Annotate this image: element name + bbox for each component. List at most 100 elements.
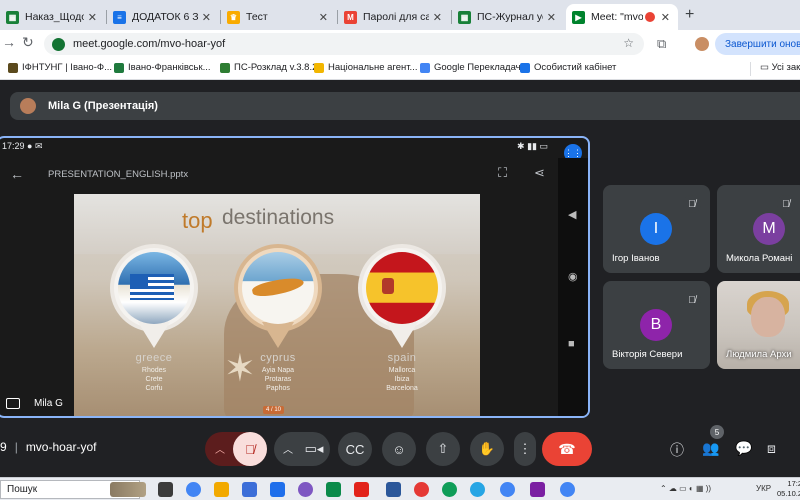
file-viewer-bar: ← PRESENTATION_ENGLISH.pptx ⛶ ⋖ bbox=[0, 160, 558, 188]
finish-update-button[interactable]: Завершити оновлен bbox=[715, 33, 800, 55]
tab-5[interactable]: ▦ ПС-Журнал успіш ✕ bbox=[452, 4, 564, 30]
word-icon[interactable] bbox=[386, 482, 401, 497]
input-language[interactable]: УКР bbox=[756, 484, 771, 493]
more-options-button[interactable]: ⋮ bbox=[514, 432, 536, 466]
docs-icon: ≡ bbox=[113, 10, 126, 24]
present-screen-icon bbox=[6, 398, 20, 409]
back-arrow-icon: ← bbox=[10, 166, 24, 182]
app-icon[interactable] bbox=[414, 482, 429, 497]
avatar: І bbox=[640, 213, 672, 245]
save-icon[interactable] bbox=[242, 482, 257, 497]
bookmark-2[interactable]: Івано-Франківськ... bbox=[114, 62, 211, 73]
gmail-icon: M bbox=[344, 10, 357, 24]
raise-hand-button[interactable]: ✋ bbox=[470, 432, 504, 466]
emoji-icon: ☺ bbox=[392, 441, 406, 457]
meeting-code: 9 | mvo-hoar-yof bbox=[0, 440, 97, 454]
destination-cities: Ayia Napa Protaras Paphos bbox=[261, 367, 295, 392]
app-icon[interactable] bbox=[270, 482, 285, 497]
tile-name: Mila G bbox=[6, 398, 63, 409]
android-nav-bar: ◀ ◉ ■ bbox=[558, 158, 588, 416]
windows-taskbar: Пошук ⌃ ☁ ▭ ◐ ▦ )) УКР 17:2 05.10.2 bbox=[0, 477, 800, 500]
sheets-icon: ▦ bbox=[6, 10, 19, 24]
new-tab-icon[interactable]: + bbox=[685, 6, 694, 24]
hand-icon: ✋ bbox=[478, 441, 496, 456]
tab-1[interactable]: ▦ Наказ_Щодо поді ✕ bbox=[0, 4, 105, 30]
activities-icon[interactable]: ⧈ bbox=[767, 440, 776, 457]
people-icon[interactable]: 👥 bbox=[702, 440, 719, 457]
close-icon[interactable]: ✕ bbox=[202, 11, 211, 24]
telegram-icon[interactable] bbox=[470, 482, 485, 497]
tab-title: Наказ_Щодо поді bbox=[25, 11, 84, 23]
tab-4[interactable]: M Паролі для самор ✕ bbox=[338, 4, 450, 30]
task-view-icon[interactable] bbox=[158, 482, 173, 497]
file-explorer-icon[interactable] bbox=[214, 482, 229, 497]
tab-title: Тест bbox=[246, 11, 268, 23]
bookmark-3[interactable]: ПС-Розклад v.3.8.2 bbox=[220, 62, 317, 73]
tab-title: Паролі для самор bbox=[363, 11, 429, 23]
presentation-tile[interactable]: 17:29 ● ✉ ✱ ▮▮ ▭ ⋮⋮ ← PRESENTATION_ENGLI… bbox=[0, 136, 590, 418]
participant-tile[interactable]: 🎙̸ І Ігор Іванов bbox=[603, 185, 710, 273]
forward-arrow-icon[interactable]: → bbox=[2, 34, 16, 50]
chrome-icon[interactable] bbox=[560, 482, 575, 497]
mic-off-icon: 🎙̸ bbox=[683, 291, 701, 309]
address-url[interactable]: meet.google.com/mvo-hoar-yof bbox=[73, 38, 225, 50]
browser-tab-strip: ▦ Наказ_Щодо поді ✕ ≡ ДОДАТОК 6 Заоч ✕ ♛… bbox=[0, 0, 800, 30]
chevron-up-icon[interactable]: ︿ bbox=[283, 441, 293, 456]
site-info-icon[interactable] bbox=[52, 37, 65, 51]
bookmark-1[interactable]: ІФНТУНГ | Івано-Ф... bbox=[8, 62, 112, 73]
pin-greece bbox=[110, 244, 198, 354]
presenter-bar: Mila G (Презентація) bbox=[10, 92, 800, 120]
participant-count-badge: 5 bbox=[710, 425, 724, 439]
fullscreen-icon: ⛶ bbox=[498, 165, 508, 180]
bookmark-4[interactable]: Національне агент... bbox=[314, 62, 417, 73]
tab-2[interactable]: ≡ ДОДАТОК 6 Заоч ✕ bbox=[107, 4, 219, 30]
bookmark-5[interactable]: Google Перекладач bbox=[420, 62, 521, 73]
bookmark-star-icon[interactable]: ☆ bbox=[623, 36, 634, 50]
leave-call-button[interactable]: ☎ bbox=[542, 432, 592, 466]
bookmark-icon bbox=[314, 62, 324, 73]
chat-icon[interactable]: 💬 bbox=[735, 440, 752, 457]
mic-off-icon[interactable]: 🎙̸ bbox=[233, 432, 267, 466]
close-icon[interactable]: ✕ bbox=[547, 11, 556, 24]
status-icons: ● ✉ bbox=[27, 141, 43, 151]
extensions-icon[interactable]: ⧉ bbox=[657, 36, 666, 52]
chrome-icon[interactable] bbox=[186, 482, 201, 497]
profile-avatar[interactable] bbox=[695, 37, 709, 51]
close-icon[interactable]: ✕ bbox=[88, 11, 97, 24]
participant-tile[interactable]: 🎙̸ М Микола Романі bbox=[717, 185, 800, 273]
taskbar-clock[interactable]: 17:2 05.10.2 bbox=[777, 479, 800, 499]
app-icon[interactable] bbox=[442, 482, 457, 497]
app-icon[interactable] bbox=[354, 482, 369, 497]
share-icon: ⋖ bbox=[534, 165, 545, 180]
phone-status-bar: 17:29 ● ✉ ✱ ▮▮ ▭ bbox=[0, 138, 588, 154]
tray-icons[interactable]: ⌃ ☁ ▭ ◐ ▦ )) bbox=[660, 484, 711, 493]
tab-meet-active[interactable]: ▶ Meet: "mvo-h ✕ bbox=[566, 4, 678, 30]
close-icon[interactable]: ✕ bbox=[433, 11, 442, 24]
chrome-icon[interactable] bbox=[500, 482, 515, 497]
sheets-icon: ▦ bbox=[458, 10, 471, 24]
present-button[interactable]: ⇧ bbox=[426, 432, 460, 466]
destination-cities: Mallorca Ibiza Barcelona bbox=[386, 367, 418, 392]
tab-title: ПС-Журнал успіш bbox=[477, 11, 543, 23]
app-icon[interactable] bbox=[326, 482, 341, 497]
chevron-up-icon[interactable]: ︿ bbox=[215, 441, 225, 456]
address-bar[interactable]: meet.google.com/mvo-hoar-yof ☆ bbox=[44, 33, 644, 55]
captions-icon: CC bbox=[345, 441, 365, 457]
bookmark-6[interactable]: Особистий кабінет bbox=[520, 62, 616, 73]
close-icon[interactable]: ✕ bbox=[661, 11, 670, 24]
app-icon[interactable] bbox=[530, 482, 545, 497]
camera-icon[interactable]: ▭◂ bbox=[298, 432, 330, 466]
bookmark-icon bbox=[520, 62, 530, 73]
info-icon[interactable]: ⓘ bbox=[670, 440, 684, 460]
captions-button[interactable]: CC bbox=[338, 432, 372, 466]
elephants-widget[interactable] bbox=[110, 482, 146, 497]
participant-tile-video[interactable]: Людмила Архи bbox=[717, 281, 800, 369]
participant-tile[interactable]: 🎙̸ В Вікторія Севери bbox=[603, 281, 710, 369]
reactions-button[interactable]: ☺ bbox=[382, 432, 416, 466]
tab-title: Meet: "mvo-h bbox=[591, 11, 643, 23]
tab-3[interactable]: ♛ Тест ✕ bbox=[221, 4, 336, 30]
all-bookmarks[interactable]: ▭ Усі закл bbox=[760, 62, 800, 73]
reload-icon[interactable]: ↻ bbox=[22, 34, 34, 51]
close-icon[interactable]: ✕ bbox=[319, 11, 328, 24]
app-icon[interactable] bbox=[298, 482, 313, 497]
